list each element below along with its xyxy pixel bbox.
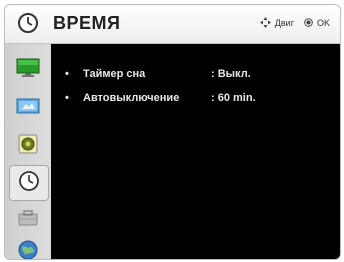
category-sidebar	[5, 44, 51, 259]
bullet: •	[65, 68, 69, 80]
audio-icon	[17, 133, 39, 160]
sidebar-item-picture[interactable]	[10, 54, 46, 86]
sidebar-item-screen[interactable]	[10, 92, 46, 124]
tv-menu-screen: ВРЕМЯ Двиг OK • Таймер сна: Выкл. • Авт…	[0, 0, 344, 262]
hint-move-label: Двиг	[274, 17, 294, 28]
menu-item-value: : Выкл.	[211, 68, 251, 80]
ok-button-icon	[304, 18, 313, 27]
menu-frame: ВРЕМЯ Двиг OK • Таймер сна: Выкл. • Авт…	[4, 4, 341, 260]
menu-item-label: Таймер сна	[83, 68, 146, 80]
menu-item-value: : 60 min.	[211, 92, 256, 104]
screen-icon	[16, 97, 40, 120]
clock-icon	[18, 170, 40, 197]
clock-icon	[17, 12, 39, 34]
globe-icon	[17, 239, 39, 259]
menu-header: ВРЕМЯ Двиг OK	[5, 5, 340, 44]
move-arrows-icon	[259, 17, 271, 28]
lock-icon	[17, 209, 39, 232]
sidebar-item-option[interactable]	[10, 236, 46, 259]
menu-item-label: Автовыключение	[83, 92, 180, 104]
page-title: ВРЕМЯ	[53, 13, 121, 33]
sidebar-item-audio[interactable]	[10, 130, 46, 162]
bullet: •	[65, 92, 69, 104]
hint-ok-label: OK	[316, 17, 330, 28]
sidebar-item-lock[interactable]	[10, 204, 46, 236]
menu-content: • Таймер сна : Выкл. • Автовыключение : …	[51, 44, 340, 259]
sidebar-item-time[interactable]	[9, 165, 49, 201]
navigation-hint: Двиг OK	[259, 17, 330, 28]
picture-icon	[16, 58, 40, 83]
